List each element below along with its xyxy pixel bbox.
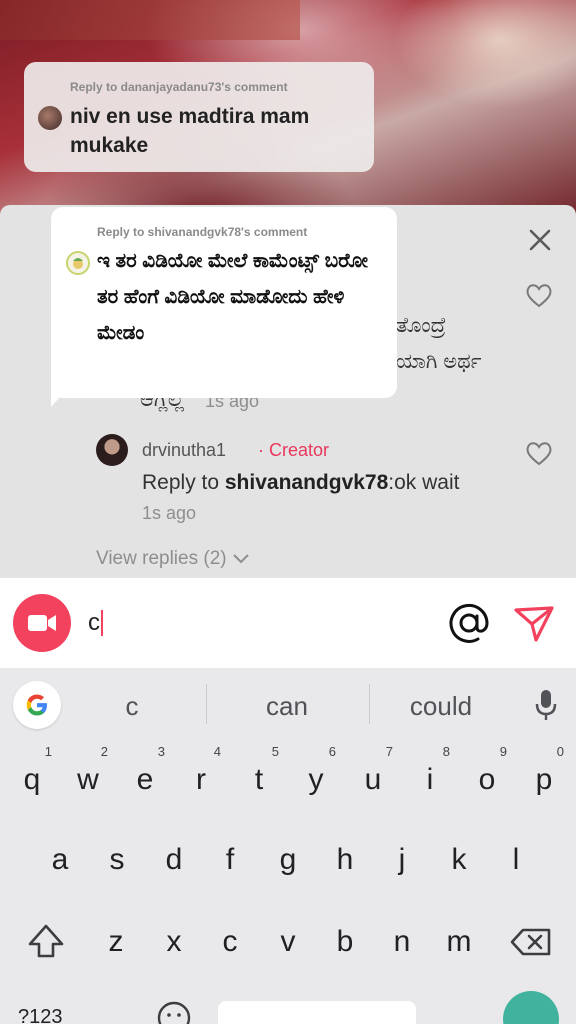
like-heart-icon[interactable] bbox=[524, 280, 554, 310]
key-i[interactable]: i8 bbox=[406, 744, 454, 810]
key-label: p bbox=[535, 763, 553, 796]
key-hint: 6 bbox=[328, 744, 336, 759]
sticker-tail bbox=[51, 385, 71, 407]
key-h[interactable]: h bbox=[321, 830, 369, 890]
key-a[interactable]: a bbox=[36, 830, 84, 890]
partial-comment-text: ಯಾಗಿ ಅರ್ಥ bbox=[396, 350, 482, 373]
key-j[interactable]: j bbox=[378, 830, 426, 890]
video-frame-decoration bbox=[0, 0, 300, 40]
key-y[interactable]: y6 bbox=[292, 744, 340, 810]
key-label: u bbox=[364, 763, 382, 796]
suggestion-divider bbox=[369, 684, 370, 724]
suggestion-3[interactable]: could bbox=[382, 688, 500, 724]
creator-badge: · Creator bbox=[258, 440, 330, 460]
key-p[interactable]: p0 bbox=[520, 744, 568, 810]
view-replies-button[interactable]: View replies (2) bbox=[96, 548, 249, 570]
key-f[interactable]: f bbox=[206, 830, 254, 890]
reply-message: niv en use madtira mam mukake bbox=[70, 105, 310, 157]
reply-target-username[interactable]: shivanandgvk78 bbox=[225, 471, 388, 494]
suggestion-2[interactable]: can bbox=[222, 688, 352, 724]
key-b[interactable]: b bbox=[321, 912, 369, 972]
key-hint: 3 bbox=[157, 744, 165, 759]
avatar[interactable] bbox=[96, 434, 128, 466]
partial-comment-text: ತೊಂದ್ರೆ bbox=[396, 314, 447, 337]
reply-message: ಇ ತರ ವಿಡಿಯೋ ಮೇಲೆ ಕಾಮೆಂಟ್ಸ್ ಬರೋ ತರ ಹೆಂಗೆ … bbox=[97, 250, 369, 344]
key-e[interactable]: e3 bbox=[121, 744, 169, 810]
chevron-down-icon bbox=[232, 554, 249, 564]
reply-comment-sticker[interactable]: Reply to shivanandgvk78's comment ಇ ತರ ವ… bbox=[51, 207, 397, 398]
key-r[interactable]: r4 bbox=[177, 744, 225, 810]
comment-body: :ok wait bbox=[388, 471, 460, 494]
comment-input-bar: c bbox=[0, 578, 576, 668]
close-button[interactable] bbox=[522, 222, 558, 258]
enter-key[interactable] bbox=[503, 991, 559, 1024]
key-hint: 1 bbox=[44, 744, 52, 759]
comment-timestamp: 1s ago bbox=[142, 503, 197, 523]
suggestion-1[interactable]: c bbox=[82, 688, 182, 724]
microphone-icon[interactable] bbox=[532, 686, 560, 726]
commenter-avatar bbox=[38, 106, 62, 130]
key-hint: 8 bbox=[442, 744, 450, 759]
key-hint: 5 bbox=[271, 744, 279, 759]
key-hint: 7 bbox=[385, 744, 393, 759]
key-label: q bbox=[23, 763, 41, 796]
key-q[interactable]: q1 bbox=[8, 744, 56, 810]
key-hint: 4 bbox=[213, 744, 221, 759]
key-c[interactable]: c bbox=[206, 912, 254, 972]
comment-username[interactable]: drvinutha1 bbox=[142, 440, 226, 461]
like-heart-icon[interactable] bbox=[524, 438, 554, 468]
video-camera-icon bbox=[28, 615, 56, 631]
numbers-key[interactable]: ?123 bbox=[18, 1006, 63, 1024]
key-label: t bbox=[254, 763, 264, 796]
key-o[interactable]: o9 bbox=[463, 744, 511, 810]
key-k[interactable]: k bbox=[435, 830, 483, 890]
key-u[interactable]: u7 bbox=[349, 744, 397, 810]
key-z[interactable]: z bbox=[92, 912, 140, 972]
key-t[interactable]: t5 bbox=[235, 744, 283, 810]
key-label: w bbox=[77, 763, 99, 796]
key-label: y bbox=[308, 763, 324, 796]
key-l[interactable]: l bbox=[492, 830, 540, 890]
key-label: i bbox=[426, 763, 434, 796]
comment-text: Reply to shivanandgvk78:ok wait bbox=[142, 471, 459, 495]
reply-context-label: Reply to dananjayadanu73's comment bbox=[70, 80, 288, 94]
send-icon[interactable] bbox=[512, 602, 556, 644]
reply-prefix: Reply to bbox=[142, 471, 225, 494]
space-key[interactable] bbox=[218, 1001, 416, 1024]
key-hint: 2 bbox=[100, 744, 108, 759]
key-label: r bbox=[196, 763, 206, 796]
key-hint: 0 bbox=[556, 744, 564, 759]
video-reply-button[interactable] bbox=[13, 594, 71, 652]
key-s[interactable]: s bbox=[93, 830, 141, 890]
view-replies-label: View replies (2) bbox=[96, 548, 227, 569]
google-icon[interactable] bbox=[13, 681, 61, 729]
suggestion-divider bbox=[206, 684, 207, 724]
key-d[interactable]: d bbox=[150, 830, 198, 890]
key-label: e bbox=[136, 763, 154, 796]
key-label: o bbox=[478, 763, 496, 796]
key-w[interactable]: w2 bbox=[64, 744, 112, 810]
mention-at-icon[interactable] bbox=[448, 602, 490, 644]
key-hint: 9 bbox=[499, 744, 507, 759]
video-reply-sticker: Reply to dananjayadanu73's comment niv e… bbox=[24, 62, 374, 172]
emoji-icon[interactable] bbox=[156, 1000, 192, 1024]
shift-icon[interactable] bbox=[22, 918, 70, 966]
key-m[interactable]: m bbox=[435, 912, 483, 972]
commenter-avatar bbox=[66, 251, 90, 275]
text-caret bbox=[101, 610, 103, 636]
avatar-face-icon bbox=[73, 258, 83, 269]
key-v[interactable]: v bbox=[264, 912, 312, 972]
key-n[interactable]: n bbox=[378, 912, 426, 972]
key-g[interactable]: g bbox=[264, 830, 312, 890]
reply-context-label: Reply to shivanandgvk78's comment bbox=[97, 225, 308, 239]
close-icon bbox=[529, 229, 551, 251]
comment-input[interactable]: c bbox=[88, 606, 388, 640]
backspace-icon[interactable] bbox=[507, 918, 555, 966]
comment-input-value: c bbox=[88, 609, 100, 636]
keyboard: c can could q1 w2 e3 r4 t5 y6 u7 i8 o9 p… bbox=[0, 668, 576, 1024]
google-logo-icon bbox=[26, 694, 47, 716]
key-x[interactable]: x bbox=[150, 912, 198, 972]
